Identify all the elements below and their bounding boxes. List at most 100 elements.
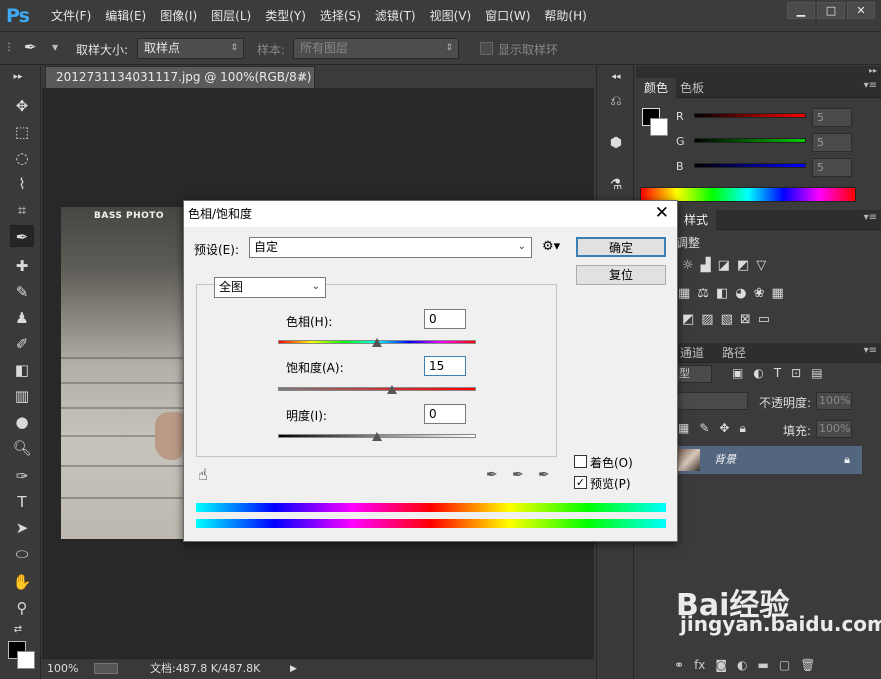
channel-mixer-icon[interactable]: ❀	[754, 286, 765, 301]
hue-sat-icon[interactable]: ▦	[678, 286, 690, 301]
collapse-icon[interactable]: ▸▸	[6, 66, 30, 88]
expand-panels-icon[interactable]: ◂◂	[605, 66, 627, 88]
eraser-tool-icon[interactable]: ◧	[10, 359, 34, 381]
menu-filter[interactable]: 滤镜(T)	[368, 0, 423, 32]
tab-styles[interactable]: 样式	[676, 210, 717, 230]
lock-paint-icon[interactable]: ✎	[699, 421, 709, 436]
black-white-icon[interactable]: ◧	[716, 286, 728, 301]
reset-button[interactable]: 复位	[576, 265, 666, 285]
levels-icon[interactable]: ▟	[701, 258, 711, 273]
menu-view[interactable]: 视图(V)	[423, 0, 479, 32]
menu-select[interactable]: 选择(S)	[313, 0, 368, 32]
vibrance-icon[interactable]: ▽	[756, 258, 766, 273]
preset-select[interactable]: 自定 ⌄	[249, 237, 532, 258]
targeted-adjust-hand-icon[interactable]: ☝	[198, 465, 208, 484]
color-lookup-icon[interactable]: ▦	[772, 286, 784, 301]
green-slider[interactable]	[694, 138, 806, 143]
swap-colors-icon[interactable]: ⇄	[6, 619, 30, 641]
tool-presets-icon[interactable]: ⚗	[605, 174, 627, 196]
red-value[interactable]: 5	[812, 108, 852, 127]
threshold-icon[interactable]: ▧	[721, 312, 733, 327]
eyedropper-tool-icon[interactable]: ✒	[10, 225, 34, 247]
eyedropper-minus-icon[interactable]: ✒	[538, 467, 550, 483]
tab-paths[interactable]: 路径	[714, 343, 754, 363]
layer-row-background[interactable]: 背景 🔒︎	[676, 446, 862, 474]
delete-layer-icon[interactable]: 🗑︎	[800, 658, 815, 672]
stamp-tool-icon[interactable]: ♟	[10, 307, 34, 329]
lasso-tool-icon[interactable]: ◌	[10, 147, 34, 169]
gradient-map-icon[interactable]: ▭	[758, 312, 770, 327]
dodge-tool-icon[interactable]: 🔍︎	[10, 437, 34, 459]
mask-icon[interactable]: ◙	[715, 658, 727, 672]
color-balance-icon[interactable]: ⚖	[697, 286, 709, 301]
show-ring-checkbox[interactable]	[480, 42, 493, 55]
lock-all-icon[interactable]: 🔒︎	[739, 421, 745, 436]
dialog-close-icon[interactable]: ✕	[655, 204, 669, 223]
blend-mode-select[interactable]	[676, 392, 748, 410]
layer-filter-select[interactable]: 型	[676, 365, 712, 383]
preview-checkbox[interactable]: ✓	[574, 476, 587, 489]
green-value[interactable]: 5	[812, 133, 852, 152]
saturation-slider-track[interactable]	[278, 387, 476, 391]
background-color-swatch[interactable]	[650, 118, 668, 136]
curves-icon[interactable]: ◪	[718, 258, 730, 273]
selective-color-icon[interactable]: ⊠	[740, 312, 751, 327]
shape-tool-icon[interactable]: ⬭	[10, 543, 34, 565]
tab-color[interactable]: 颜色	[636, 78, 677, 98]
hand-tool-icon[interactable]: ✋	[10, 571, 34, 593]
eyedropper-icon[interactable]: ✒	[486, 467, 498, 483]
exposure-icon[interactable]: ◩	[737, 258, 749, 273]
saturation-input[interactable]: 15	[424, 356, 466, 376]
red-slider[interactable]	[694, 113, 806, 118]
collapse-icon[interactable]: ▸▸	[869, 66, 877, 75]
colorize-checkbox[interactable]: ✓	[574, 455, 587, 468]
menu-layer[interactable]: 图层(L)	[204, 0, 258, 32]
lock-transparent-icon[interactable]: ▦	[678, 421, 689, 436]
pixel-filter-icon[interactable]: ▣	[732, 366, 743, 380]
document-image[interactable]: BASS PHOTO	[61, 207, 183, 539]
marquee-tool-icon[interactable]: ⬚	[10, 121, 34, 143]
photo-filter-icon[interactable]: ◕	[735, 286, 746, 301]
move-tool-icon[interactable]: ✥	[10, 95, 34, 117]
pen-tool-icon[interactable]: ✑	[10, 465, 34, 487]
menu-help[interactable]: 帮助(H)	[537, 0, 593, 32]
eyedropper-plus-icon[interactable]: ✒	[512, 467, 524, 483]
ok-button[interactable]: 确定	[576, 237, 666, 257]
3d-panel-icon[interactable]: ⬢	[605, 132, 627, 154]
saturation-slider-thumb[interactable]	[386, 385, 397, 394]
adjustment-layer-icon[interactable]: ◐	[737, 658, 747, 672]
menu-edit[interactable]: 编辑(E)	[98, 0, 153, 32]
link-icon[interactable]: ⚭	[674, 658, 684, 672]
lock-move-icon[interactable]: ✥	[719, 421, 729, 436]
new-layer-icon[interactable]: ▢	[779, 658, 790, 672]
history-brush-tool-icon[interactable]: ✐	[10, 333, 34, 355]
group-icon[interactable]: ▬	[758, 658, 769, 672]
type-filter-icon[interactable]: T	[774, 366, 781, 380]
crop-tool-icon[interactable]: ⌗	[10, 199, 34, 221]
channel-select[interactable]: 全图 ⌄	[214, 277, 326, 298]
hue-slider-thumb[interactable]	[372, 338, 382, 347]
gradient-tool-icon[interactable]: ▥	[10, 385, 34, 407]
healing-brush-tool-icon[interactable]: ✚	[10, 255, 34, 277]
status-menu-arrow-icon[interactable]: ▶	[290, 659, 297, 679]
path-select-tool-icon[interactable]: ➤	[10, 517, 34, 539]
panel-menu-icon[interactable]: ▾≡	[864, 80, 877, 91]
zoom-level[interactable]: 100%	[47, 659, 78, 679]
background-color-swatch[interactable]	[17, 651, 35, 669]
fill-value[interactable]: 100%	[816, 420, 852, 438]
quick-select-tool-icon[interactable]: ⌇	[10, 173, 34, 195]
tab-channels[interactable]: 通道	[672, 343, 712, 363]
dialog-titlebar[interactable]: 色相/饱和度 ✕	[184, 201, 677, 227]
sample-select[interactable]: 所有图层 ⇕	[293, 38, 459, 59]
blur-tool-icon[interactable]: ●	[10, 411, 34, 433]
zoom-tool-icon[interactable]: ⚲	[10, 597, 34, 619]
close-button[interactable]: ✕	[847, 2, 875, 19]
adjustment-filter-icon[interactable]: ◐	[753, 366, 763, 380]
sample-size-select[interactable]: 取样点 ⇕	[137, 38, 244, 59]
lightness-input[interactable]: 0	[424, 404, 466, 424]
invert-icon[interactable]: ◩	[682, 312, 694, 327]
history-panel-icon[interactable]: ⎌	[605, 90, 627, 112]
minimize-button[interactable]: ▁	[787, 2, 815, 19]
posterize-icon[interactable]: ▨	[701, 312, 713, 327]
brush-tool-icon[interactable]: ✎	[10, 281, 34, 303]
